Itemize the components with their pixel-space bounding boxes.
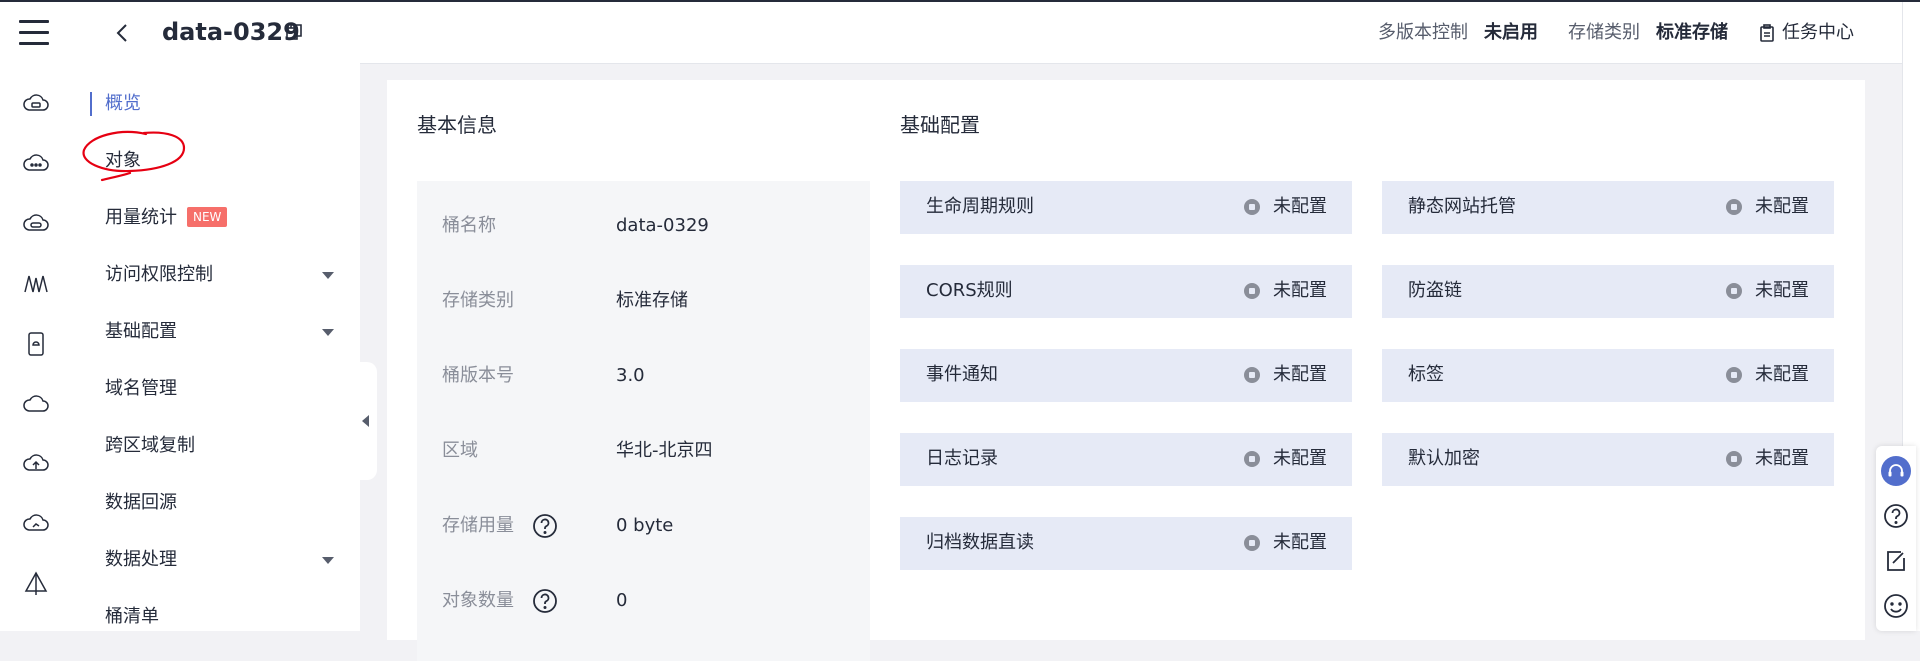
chevron-left-icon [362,415,369,427]
versioning-label: 多版本控制 [1378,22,1468,43]
page-header: data-0329 多版本控制 未启用 存储类别 标准存储 任务中心 [72,2,1902,64]
nav-item-overview[interactable]: 概览 [105,92,141,116]
bucket-title: data-0329 [162,18,300,46]
help-icon[interactable] [1881,501,1911,531]
cloud-storage-icon[interactable] [22,210,50,238]
cloud-upload-icon[interactable] [22,450,50,478]
headset-icon[interactable] [1881,456,1911,486]
config-tags[interactable]: 标签 未配置 [1382,349,1834,402]
status-dot-icon [1726,451,1742,467]
cloud-server-icon[interactable] [22,90,50,118]
help-icon[interactable] [532,513,558,539]
new-badge: NEW [187,207,228,227]
header-status: 多版本控制 未启用 存储类别 标准存储 任务中心 [1378,21,1854,45]
storage-class-label: 存储类别 [1568,22,1640,43]
status-dot-icon [1244,283,1260,299]
versioning-value: 未启用 [1484,22,1538,43]
status-badge: 未配置 [1244,195,1327,219]
status-dot-icon [1244,367,1260,383]
cloud-network-icon[interactable] [22,510,50,538]
config-archive-direct-read[interactable]: 归档数据直读 未配置 [900,517,1352,570]
triangle-network-icon[interactable] [22,570,50,598]
back-arrow-icon[interactable] [112,22,134,44]
config-static-website[interactable]: 静态网站托管 未配置 [1382,181,1834,234]
chevron-down-icon[interactable] [322,272,334,279]
status-badge: 未配置 [1726,279,1809,303]
floating-toolbar [1876,446,1916,631]
status-badge: 未配置 [1726,363,1809,387]
status-dot-icon [1726,367,1742,383]
status-badge: 未配置 [1244,279,1327,303]
config-cors-rules[interactable]: CORS规则 未配置 [900,265,1352,318]
clipboard-icon [1760,24,1774,42]
nav-item-access-control[interactable]: 访问权限控制 [105,263,213,287]
overview-card: 基本信息 基础配置 桶名称 data-0329 存储类别 标准存储 桶版本号 3… [387,80,1865,661]
cloud-icon[interactable] [22,390,50,418]
chevron-down-icon[interactable] [322,329,334,336]
basic-config-title: 基础配置 [900,113,980,137]
nav-item-data-processing[interactable]: 数据处理 [105,548,177,572]
active-indicator [90,92,92,116]
config-default-encryption[interactable]: 默认加密 未配置 [1382,433,1834,486]
collapse-nav-button[interactable] [357,362,377,480]
config-lifecycle-rules[interactable]: 生命周期规则 未配置 [900,181,1352,234]
config-hotlink-protection[interactable]: 防盗链 未配置 [1382,265,1834,318]
status-dot-icon [1726,283,1742,299]
basic-info-title: 基本信息 [417,113,497,137]
storage-class-value: 标准存储 [1656,22,1728,43]
status-badge: 未配置 [1244,447,1327,471]
status-dot-icon [1244,535,1260,551]
smile-icon[interactable] [1881,591,1911,621]
status-dot-icon [1244,199,1260,215]
status-badge: 未配置 [1726,447,1809,471]
mobile-icon[interactable] [22,330,50,358]
nav-item-usage-stats[interactable]: 用量统计 NEW [105,206,228,230]
status-badge: 未配置 [1244,531,1327,555]
config-logging[interactable]: 日志记录 未配置 [900,433,1352,486]
task-center-label: 任务中心 [1782,22,1854,43]
help-icon[interactable] [532,588,558,614]
hamburger-menu-icon[interactable] [19,20,49,50]
copy-icon[interactable] [285,23,303,41]
edit-icon[interactable] [1881,546,1911,576]
nav-item-basic-config[interactable]: 基础配置 [105,320,177,344]
config-event-notification[interactable]: 事件通知 未配置 [900,349,1352,402]
nav-item-cross-region-replication[interactable]: 跨区域复制 [105,434,195,458]
waveform-icon[interactable] [22,270,50,298]
status-dot-icon [1726,199,1742,215]
nav-item-inventory[interactable]: 桶清单 [105,605,159,629]
service-icon-rail [0,2,73,631]
nav-item-back-to-source[interactable]: 数据回源 [105,491,177,515]
nav-item-domain-management[interactable]: 域名管理 [105,377,177,401]
task-center-button[interactable]: 任务中心 [1758,21,1854,45]
status-badge: 未配置 [1726,195,1809,219]
status-dot-icon [1244,451,1260,467]
cloud-dots-icon[interactable] [22,150,50,178]
status-badge: 未配置 [1244,363,1327,387]
chevron-down-icon[interactable] [322,557,334,564]
annotation-circle [82,130,186,182]
basic-info-panel: 桶名称 data-0329 存储类别 标准存储 桶版本号 3.0 区域 华北-北… [417,181,870,661]
